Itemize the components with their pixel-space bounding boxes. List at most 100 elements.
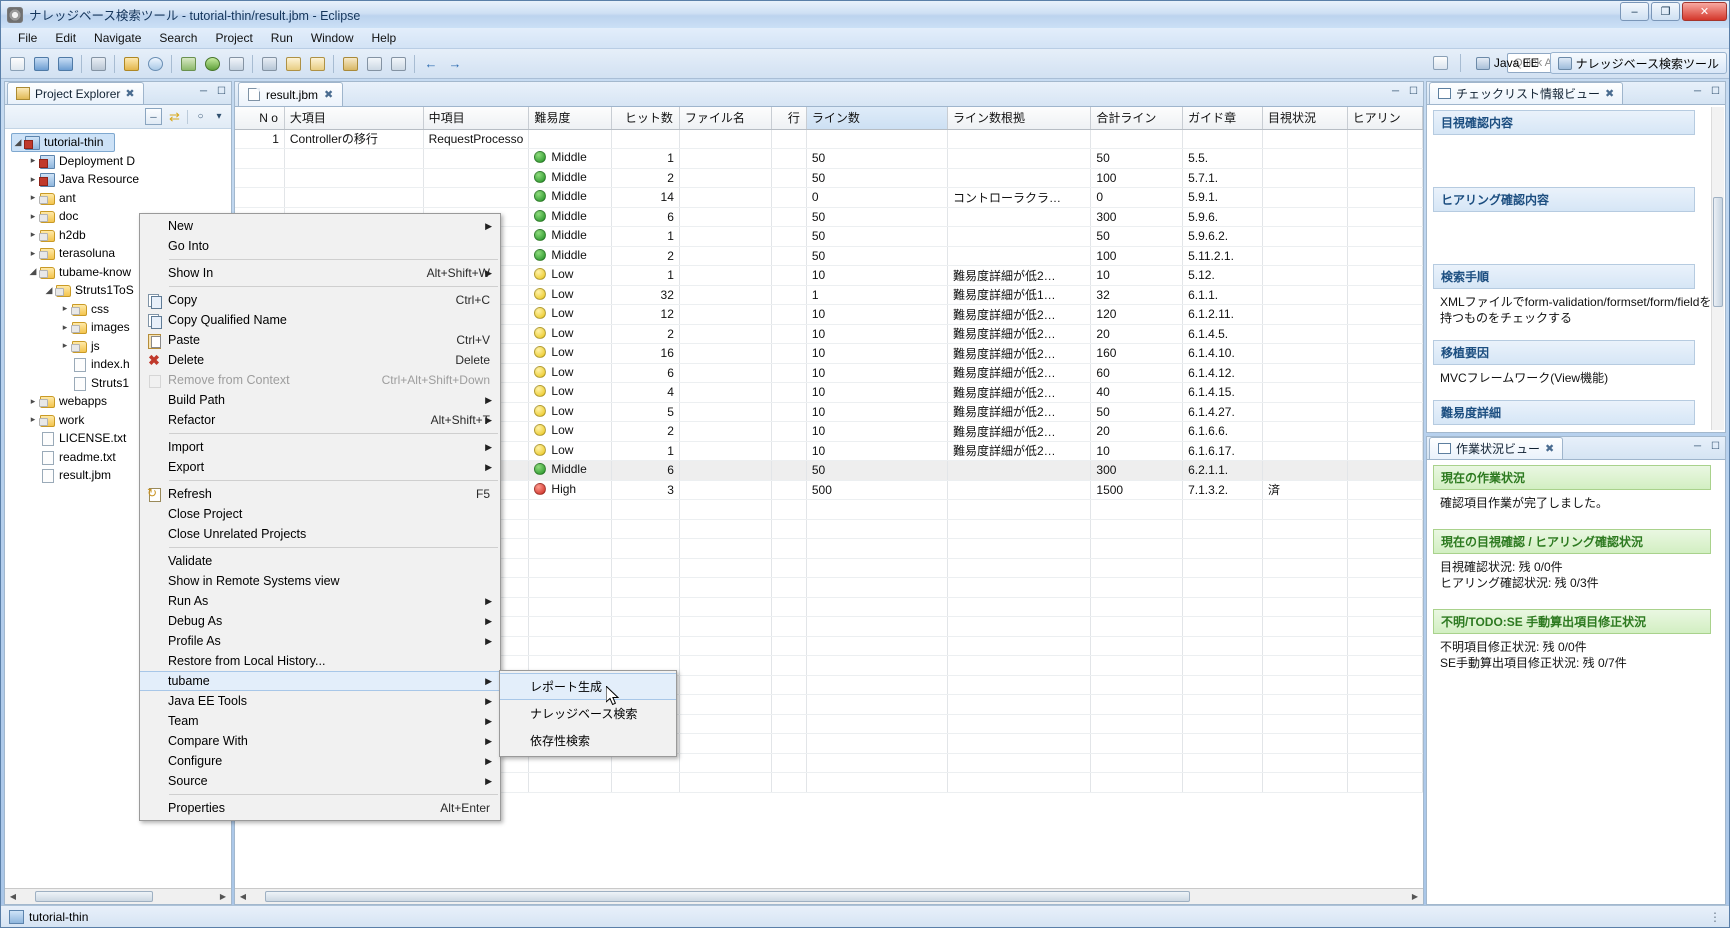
menu-edit[interactable]: Edit [46, 29, 85, 47]
minimize-icon[interactable]: ─ [1691, 85, 1704, 98]
context-menu-item[interactable]: Team ▶ [140, 711, 500, 731]
tree-expand-arrow-icon[interactable] [27, 155, 39, 166]
menu-help[interactable]: Help [363, 29, 406, 47]
print-icon[interactable] [87, 53, 109, 75]
table-column-header[interactable]: 行 [771, 107, 807, 130]
context-menu-item[interactable]: Source ▶ [140, 771, 500, 791]
context-menu-item[interactable]: tubame ▶ [140, 671, 500, 691]
tubame-submenu[interactable]: レポート生成 ナレッジベース検索 依存性検索 [499, 670, 677, 757]
tab-work-status[interactable]: 作業状況ビュー ✖ [1429, 437, 1564, 459]
context-menu-item[interactable]: Show In Alt+Shift+W ▶ [140, 263, 500, 283]
maximize-icon[interactable]: ☐ [1709, 440, 1722, 453]
minimize-icon[interactable]: ─ [1691, 440, 1704, 453]
context-menu-item[interactable]: Paste Ctrl+V [140, 330, 500, 350]
context-menu-item[interactable]: New ▶ [140, 216, 500, 236]
explorer-hscrollbar[interactable]: ◀ ▶ [5, 888, 231, 904]
explorer-scroll-thumb[interactable] [35, 891, 153, 902]
open-type-icon[interactable] [339, 53, 361, 75]
tree-expand-arrow-icon[interactable] [12, 137, 24, 148]
table-column-header[interactable]: 大項目 [284, 107, 424, 130]
context-menu-item[interactable]: ✖ Delete Delete [140, 350, 500, 370]
menu-navigate[interactable]: Navigate [85, 29, 150, 47]
tab-project-explorer[interactable]: Project Explorer ✖ [7, 82, 144, 104]
context-menu-item[interactable]: Refactor Alt+Shift+T ▶ [140, 410, 500, 430]
context-menu-item[interactable]: Properties Alt+Enter [140, 798, 500, 818]
close-icon[interactable]: ✖ [1545, 442, 1554, 455]
tree-expand-arrow-icon[interactable] [27, 229, 39, 240]
link-with-editor-icon[interactable]: ⇄ [166, 108, 183, 125]
close-icon[interactable]: ✖ [1605, 87, 1614, 100]
context-menu-item[interactable]: Validate [140, 551, 500, 571]
table-column-header[interactable]: ヒアリン [1347, 107, 1423, 130]
context-menu-item[interactable]: Java EE Tools ▶ [140, 691, 500, 711]
maximize-icon[interactable]: ☐ [1407, 85, 1420, 98]
close-icon[interactable]: ✖ [324, 88, 333, 101]
close-button[interactable]: ✕ [1682, 2, 1727, 21]
new-class-icon[interactable] [282, 53, 304, 75]
context-menu-item[interactable]: Compare With ▶ [140, 731, 500, 751]
context-menu-item[interactable]: Close Project [140, 504, 500, 524]
open-perspective-icon[interactable] [1430, 52, 1452, 74]
tree-item[interactable]: Deployment D [27, 152, 231, 171]
context-menu-item[interactable]: Go Into [140, 236, 500, 256]
checklist-scroll-thumb[interactable] [1713, 197, 1723, 307]
context-menu-item[interactable]: Debug As ▶ [140, 611, 500, 631]
checklist-sections[interactable]: 目視確認内容 ヒアリング確認内容 検索手順 XMLファイルでform-validati… [1427, 105, 1725, 432]
save-all-icon[interactable] [54, 53, 76, 75]
run-external-icon[interactable] [225, 53, 247, 75]
minimize-icon[interactable]: ─ [197, 85, 210, 98]
new-package-icon[interactable] [306, 53, 328, 75]
menu-search[interactable]: Search [150, 29, 206, 47]
menu-file[interactable]: File [9, 29, 46, 47]
context-menu-item[interactable]: Refresh F5 [140, 484, 500, 504]
view-menu-hierarchy-icon[interactable]: ○ [192, 108, 209, 125]
tree-expand-arrow-icon[interactable] [27, 174, 39, 185]
table-column-header[interactable]: ファイル名 [679, 107, 772, 130]
scroll-left-icon[interactable]: ◀ [5, 890, 21, 904]
tree-expand-arrow-icon[interactable] [59, 340, 71, 351]
tree-item[interactable]: Java Resource [27, 170, 231, 189]
status-sections[interactable]: 現在の作業状況 確認項目作業が完了しました。 現在の目視確認 / ヒアリング確認状況… [1427, 460, 1725, 904]
collapse-all-icon[interactable]: ─ [145, 108, 162, 125]
tree-expand-arrow-icon[interactable] [59, 322, 71, 333]
previous-annotation-icon[interactable] [363, 53, 385, 75]
forward-icon[interactable]: → [444, 53, 466, 75]
menu-run[interactable]: Run [262, 29, 302, 47]
view-menu-icon[interactable]: ▾ [213, 110, 225, 123]
tree-expand-arrow-icon[interactable] [27, 248, 39, 259]
run-icon[interactable] [201, 53, 223, 75]
minimize-button[interactable]: – [1620, 2, 1649, 21]
table-column-header[interactable]: ライン数 [806, 107, 948, 130]
server-icon[interactable] [258, 53, 280, 75]
maximize-icon[interactable]: ☐ [215, 85, 228, 98]
tree-expand-arrow-icon[interactable] [59, 303, 71, 314]
table-row[interactable]: Middle 2 50 100 5.7.1. [235, 168, 1423, 188]
table-row[interactable]: Middle 14 0 コントローラクラ… 0 5.9.1. [235, 187, 1423, 208]
editor-hscrollbar[interactable]: ◀ ▶ [235, 888, 1423, 904]
context-menu-item[interactable]: Copy Qualified Name [140, 310, 500, 330]
tree-expand-arrow-icon[interactable] [27, 211, 39, 222]
submenu-item[interactable]: 依存性検索 [500, 727, 676, 754]
tree-expand-arrow-icon[interactable] [43, 285, 55, 296]
context-menu-item[interactable]: Show in Remote Systems view [140, 571, 500, 591]
new-wizard-icon[interactable] [6, 53, 28, 75]
checklist-vscrollbar[interactable] [1711, 107, 1724, 430]
context-menu-item[interactable]: Copy Ctrl+C [140, 290, 500, 310]
close-icon[interactable]: ✖ [125, 87, 134, 100]
table-row[interactable]: 1 Controllerの移行 RequestProcesso [235, 129, 1423, 149]
save-icon[interactable] [30, 53, 52, 75]
debug-icon[interactable] [177, 53, 199, 75]
tree-item[interactable]: tutorial-thin [11, 133, 115, 152]
submenu-item[interactable]: ナレッジベース検索 [500, 700, 676, 727]
menu-window[interactable]: Window [302, 29, 363, 47]
maximize-icon[interactable]: ☐ [1709, 85, 1722, 98]
tree-expand-arrow-icon[interactable] [27, 414, 39, 425]
context-menu-item[interactable]: Profile As ▶ [140, 631, 500, 651]
context-menu-item[interactable]: Export ▶ [140, 457, 500, 477]
table-column-header[interactable]: 難易度 [528, 107, 612, 130]
search-icon[interactable] [144, 53, 166, 75]
minimize-icon[interactable]: ─ [1389, 85, 1402, 98]
table-row[interactable]: Middle 1 50 50 5.5. [235, 148, 1423, 169]
scroll-right-icon[interactable]: ▶ [1407, 890, 1423, 904]
context-menu-item[interactable]: Configure ▶ [140, 751, 500, 771]
